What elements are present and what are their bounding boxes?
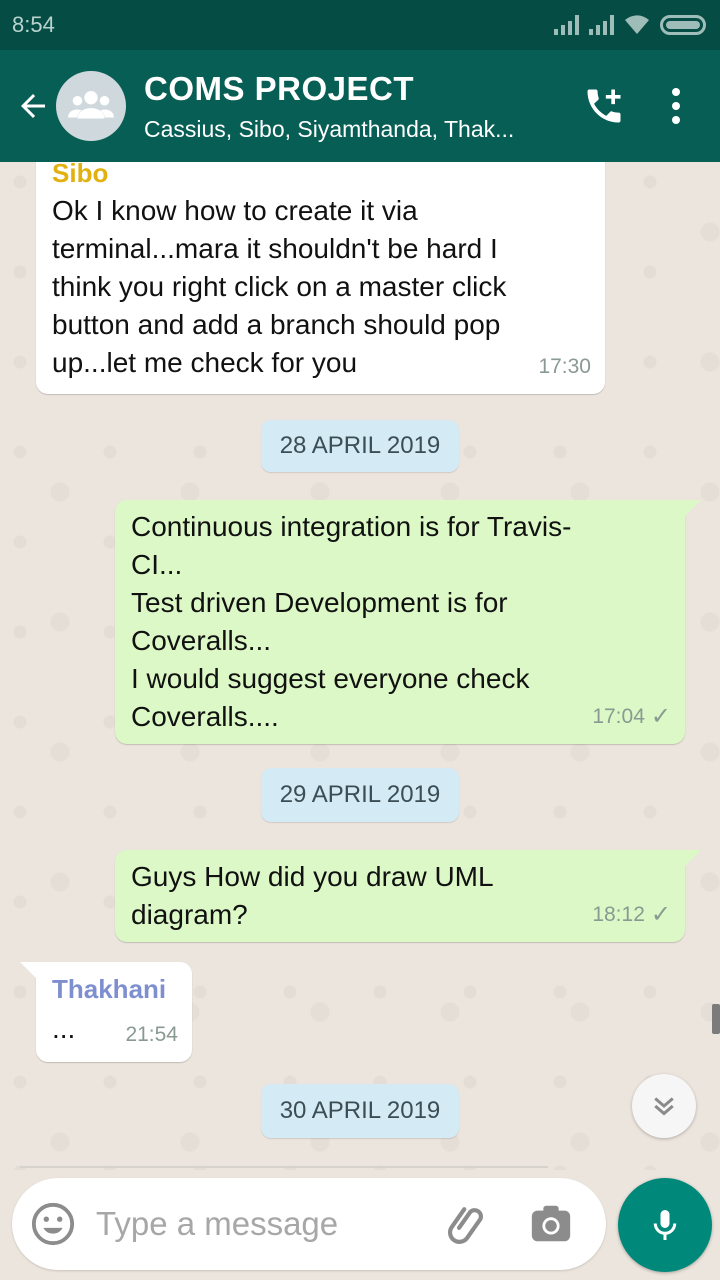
add-call-icon[interactable] [574, 50, 634, 162]
message-bubble[interactable]: Sibo Ok I know how to create it via term… [36, 162, 605, 394]
bubble-tail [20, 962, 36, 978]
message-meta: 21:54 [125, 1016, 178, 1054]
message-bubble[interactable]: Continuous integration is for Travis- CI… [115, 500, 685, 744]
message-text: Continuous integration is for Travis- CI… [131, 511, 572, 732]
message-composer [12, 1178, 606, 1270]
status-time: 8:54 [12, 12, 55, 37]
scroll-down-button[interactable] [632, 1074, 696, 1138]
chat-title-block[interactable]: COMS PROJECT Cassius, Sibo, Siyamthanda,… [144, 70, 574, 143]
status-bar: 8:54 [0, 0, 720, 50]
message-text: Guys How did you draw UML diagram? [131, 861, 494, 930]
arrow-left-icon[interactable] [6, 50, 60, 162]
message-bubble[interactable]: Thakhani ... 21:54 [36, 962, 192, 1062]
battery-icon [660, 15, 706, 35]
double-chevron-down-icon [654, 1097, 674, 1116]
sent-check-icon: ✓ [650, 901, 671, 928]
message-input[interactable] [96, 1205, 426, 1243]
divider [20, 1166, 548, 1168]
bubble-tail [685, 500, 701, 516]
message-time: 18:12 [592, 903, 645, 926]
emoji-icon[interactable] [30, 1201, 76, 1247]
microphone-icon [653, 1210, 677, 1240]
chat-title: COMS PROJECT [144, 69, 415, 107]
date-chip: 30 APRIL 2019 [261, 1084, 459, 1138]
message-time: 17:30 [538, 355, 591, 378]
group-avatar[interactable] [56, 71, 126, 141]
more-vertical-icon[interactable] [656, 50, 696, 162]
signal-icon [589, 15, 614, 35]
status-icons [554, 15, 706, 35]
chat-header: COMS PROJECT Cassius, Sibo, Siyamthanda,… [0, 50, 720, 162]
date-chip: 29 APRIL 2019 [261, 768, 459, 822]
message-bubble[interactable]: Guys How did you draw UML diagram? 18:12… [115, 850, 685, 942]
message-time: 21:54 [125, 1023, 178, 1046]
message-meta: 17:04 ✓ [592, 698, 671, 736]
microphone-button[interactable] [618, 1178, 712, 1272]
paperclip-icon[interactable] [444, 1199, 494, 1249]
message-time: 17:04 [592, 705, 645, 728]
sender-name: Sibo [52, 162, 109, 188]
sent-check-icon: ✓ [650, 703, 671, 730]
camera-icon[interactable] [528, 1201, 574, 1247]
signal-icon [554, 15, 579, 35]
bubble-tail [685, 850, 701, 866]
sender-name: Thakhani [52, 974, 167, 1004]
message-meta: 18:12 ✓ [592, 896, 671, 934]
group-icon [68, 91, 114, 119]
message-text: Ok I know how to create it via terminal.… [52, 195, 507, 378]
wifi-icon [625, 15, 649, 34]
scrollbar[interactable] [712, 1004, 720, 1034]
date-chip: 28 APRIL 2019 [261, 420, 459, 472]
message-meta: 17:30 [538, 348, 591, 386]
chat-participants: Cassius, Sibo, Siyamthanda, Thak... [144, 115, 515, 142]
message-list[interactable]: Sibo Ok I know how to create it via term… [0, 162, 720, 1170]
